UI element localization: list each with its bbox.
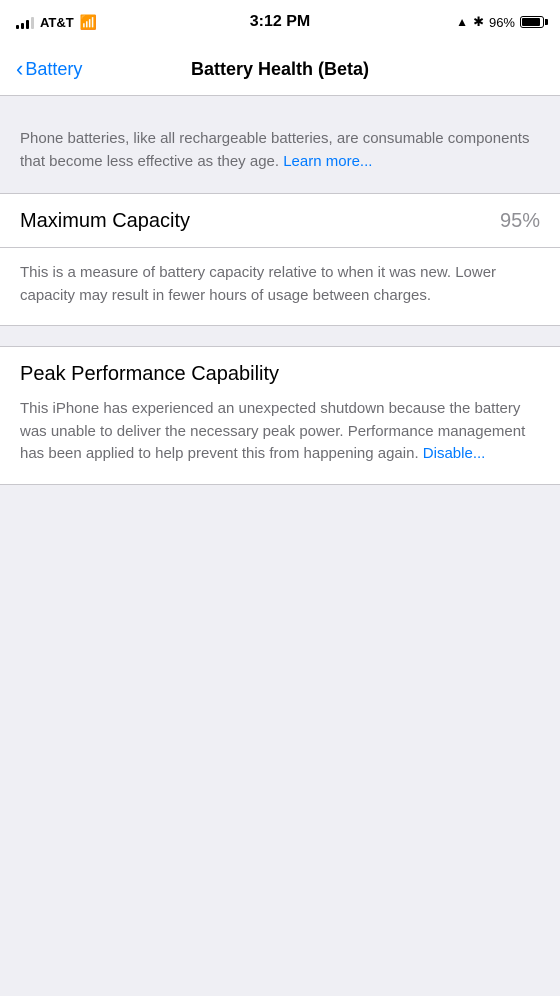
peak-performance-description: This iPhone has experienced an unexpecte… [20,398,540,466]
back-label: Battery [25,59,82,80]
battery-percent: 96% [489,15,515,30]
battery-fill [522,18,540,26]
info-text: Phone batteries, like all rechargeable b… [20,128,540,173]
content-area: Phone batteries, like all rechargeable b… [0,96,560,485]
battery-body [520,16,544,28]
maximum-capacity-value: 95% [500,210,540,233]
back-button[interactable]: ‹ Battery [16,59,82,80]
info-section: Phone batteries, like all rechargeable b… [0,116,560,193]
nav-bar: ‹ Battery Battery Health (Beta) [0,44,560,96]
battery-icon [520,16,544,28]
peak-performance-title: Peak Performance Capability [20,363,279,386]
signal-bar-3 [26,20,29,29]
bluetooth-icon: ✱ [473,14,484,30]
signal-bar-4 [31,17,34,29]
maximum-capacity-header: Maximum Capacity 95% [0,194,560,248]
learn-more-link[interactable]: Learn more... [283,153,372,170]
status-right: ▲ ✱ 96% [456,14,544,30]
maximum-capacity-title: Maximum Capacity [20,210,190,233]
carrier-label: AT&T [40,15,74,30]
disable-link[interactable]: Disable... [423,445,486,462]
status-time: 3:12 PM [250,13,310,31]
wifi-icon: 📶 [80,14,97,31]
peak-performance-body: This iPhone has experienced an unexpecte… [0,394,560,484]
peak-performance-header: Peak Performance Capability [0,347,560,394]
page-title: Battery Health (Beta) [191,59,369,80]
signal-bars-icon [16,15,34,29]
maximum-capacity-body: This is a measure of battery capacity re… [0,248,560,325]
signal-bar-2 [21,23,24,29]
maximum-capacity-section: Maximum Capacity 95% This is a measure o… [0,193,560,326]
chevron-left-icon: ‹ [16,58,23,80]
status-bar: AT&T 📶 3:12 PM ▲ ✱ 96% [0,0,560,44]
location-icon: ▲ [456,15,468,29]
status-left: AT&T 📶 [16,14,97,31]
maximum-capacity-description: This is a measure of battery capacity re… [20,262,540,307]
peak-performance-section: Peak Performance Capability This iPhone … [0,346,560,485]
signal-bar-1 [16,25,19,29]
